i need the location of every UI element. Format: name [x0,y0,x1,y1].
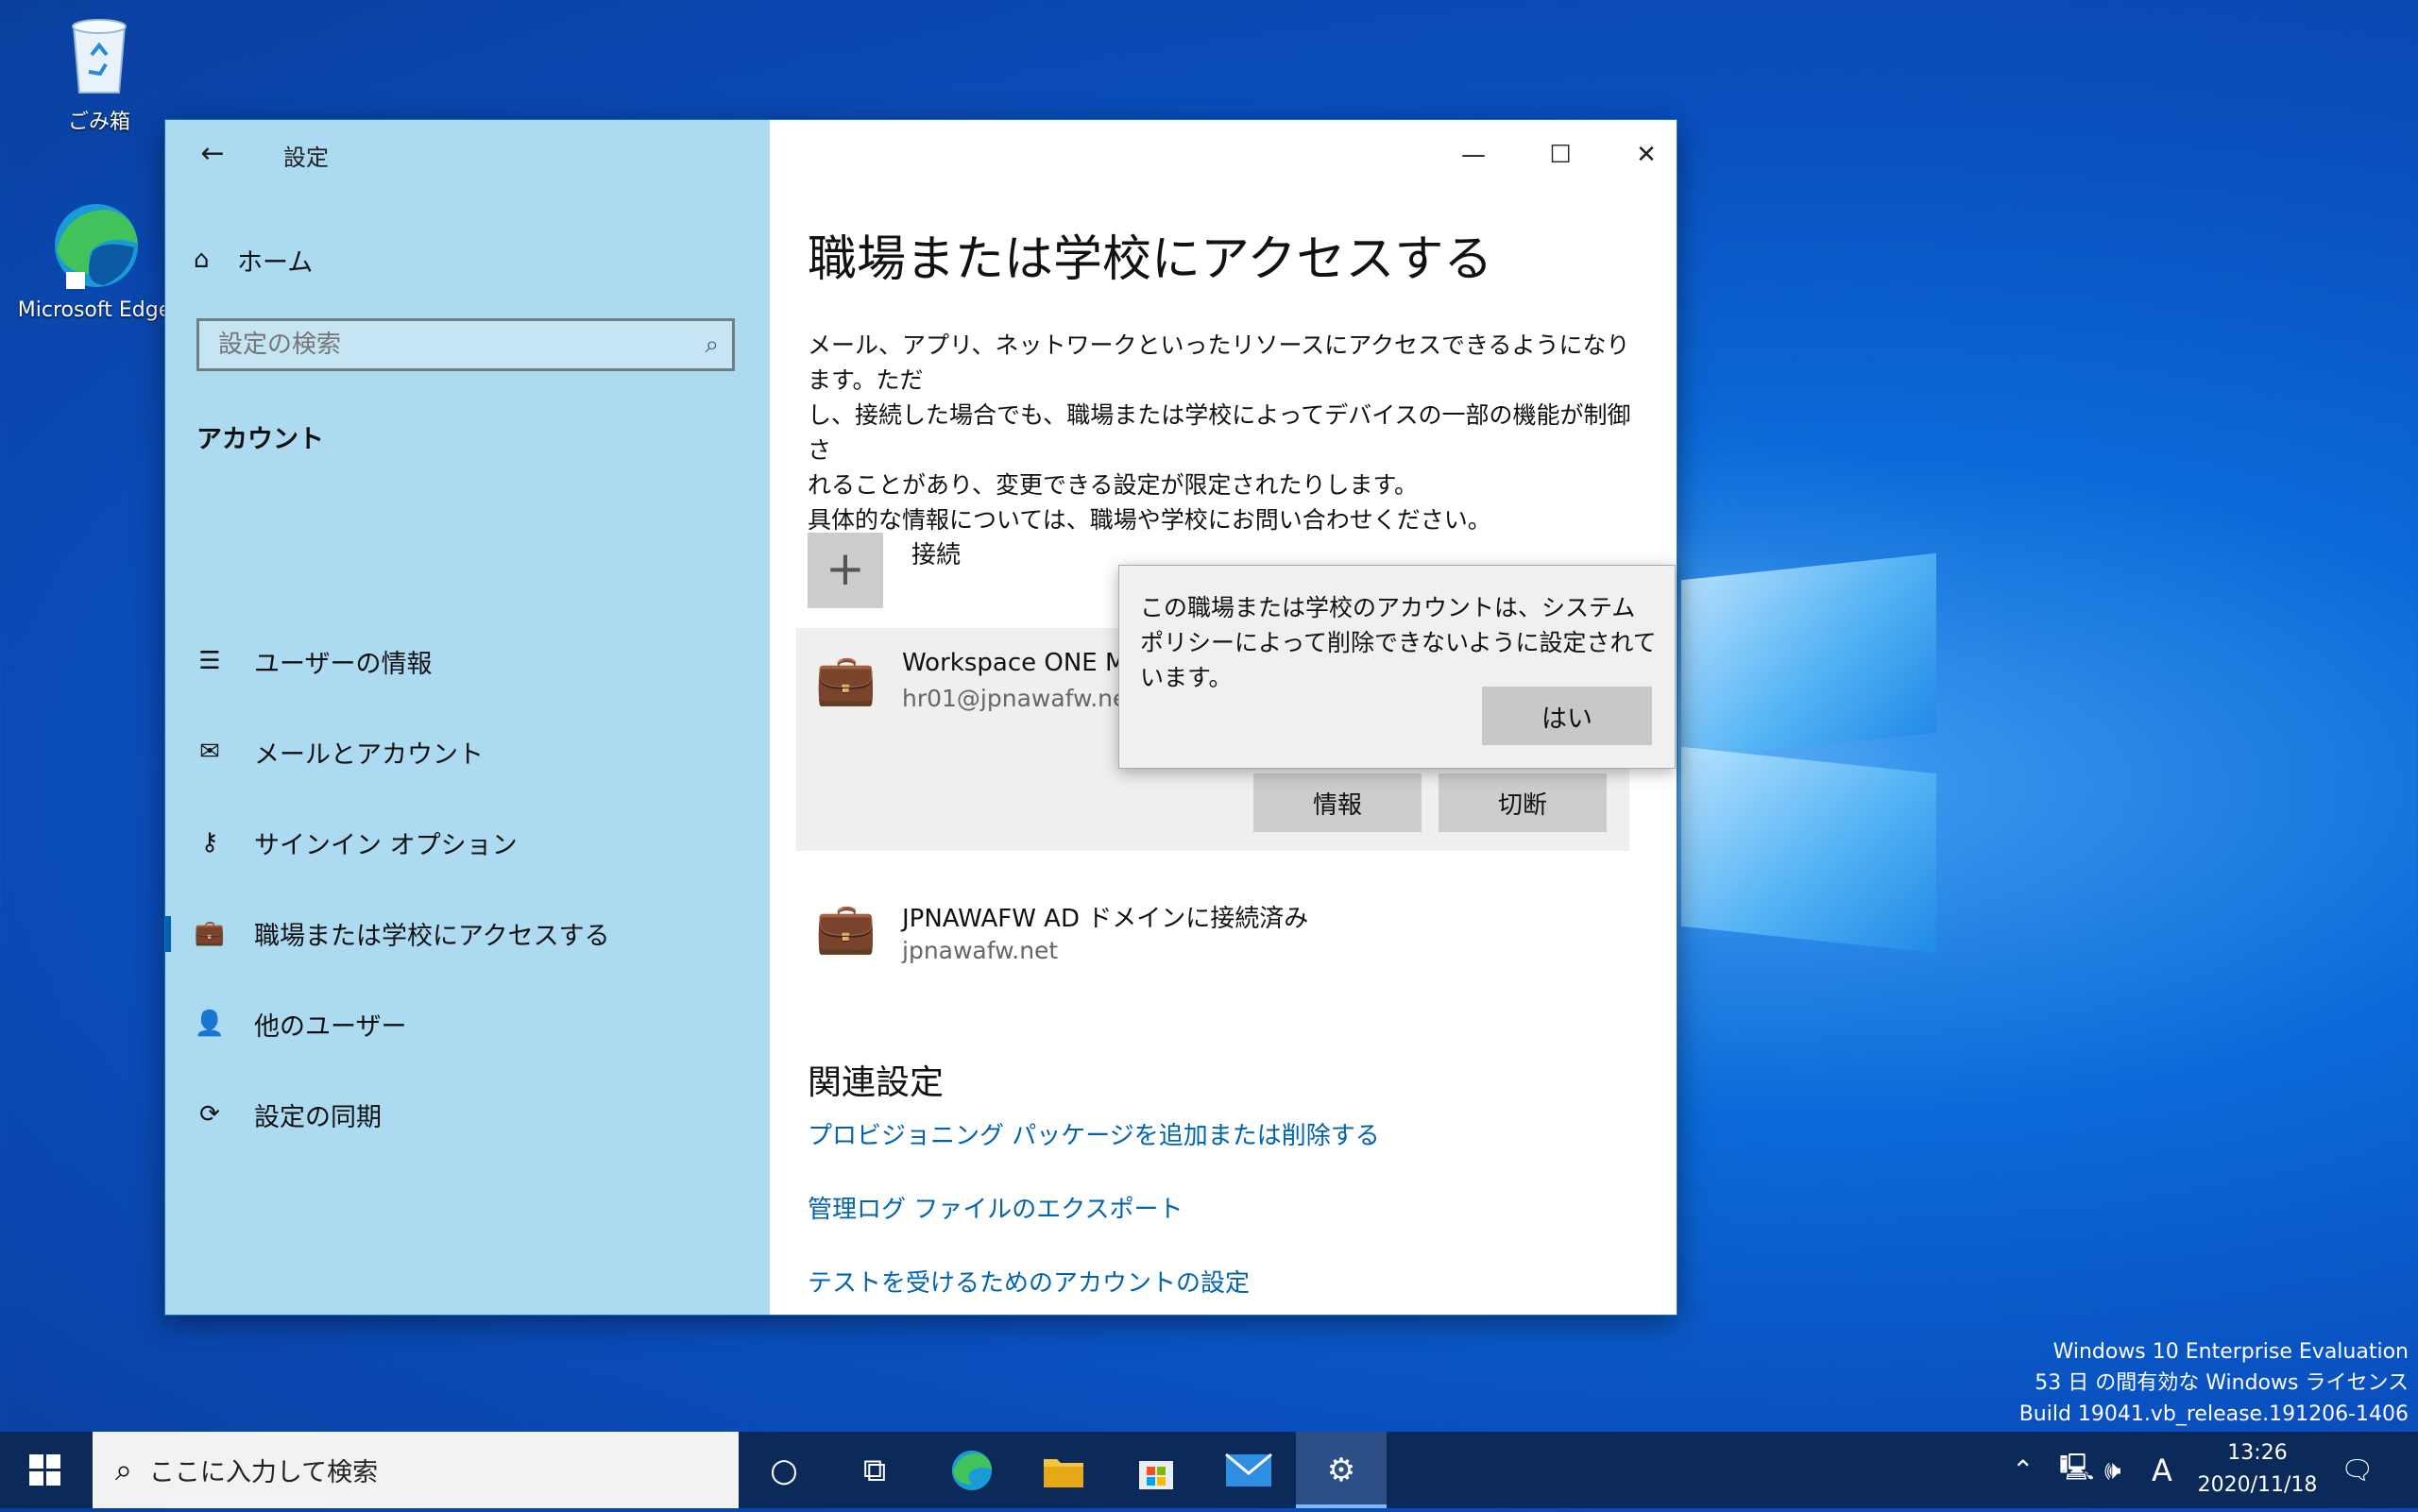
link-provisioning-package[interactable]: プロビジョニング パッケージを追加または削除する [808,1116,1380,1151]
policy-dialog: この職場または学校のアカウントは、システム ポリシーによって削除できないように設… [1118,565,1676,769]
link-export-logs[interactable]: 管理ログ ファイルのエクスポート [808,1190,1183,1225]
edge-icon [14,198,175,298]
search-input[interactable] [199,321,700,368]
section-title: アカウント [196,425,324,454]
sidebar-item-label: 他のユーザー [254,1011,407,1042]
taskbar-search-placeholder: ここに入力して検索 [148,1458,379,1487]
description-line: し、接続した場合でも、職場または学校によってデバイスの一部の機能が制御さ [808,401,1631,464]
sidebar-item-sync[interactable]: ⟳ 設定の同期 [165,1069,770,1160]
plus-icon: + [826,541,865,596]
watermark-line: 53 日 の間有効な Windows ライセンス [2035,1371,2409,1395]
sidebar-item-home[interactable]: ⌂ ホーム [194,238,313,281]
desktop-icon-edge[interactable]: Microsoft Edge [14,198,175,322]
search-icon: ⌕ [115,1452,132,1487]
user-info-icon: ☰ [198,647,221,675]
key-icon: ⚷ [200,828,219,857]
settings-taskbar-icon[interactable]: ⚙ [1296,1432,1387,1508]
start-button[interactable] [0,1432,91,1508]
ime-indicator[interactable]: A [2152,1432,2172,1508]
task-view-icon[interactable]: ⧉ [829,1432,920,1508]
store-icon[interactable] [1111,1432,1201,1508]
taskbar-search[interactable]: ⌕ ここに入力して検索 [93,1432,739,1508]
watermark-line: Build 19041.vb_release.191206-1406 [2018,1402,2409,1426]
info-button[interactable]: 情報 [1253,773,1422,832]
sidebar-item-label: 設定の同期 [254,1102,382,1132]
volume-icon[interactable]: 🕪 [2104,1432,2121,1508]
mail-taskbar-icon[interactable] [1203,1432,1294,1508]
action-center-icon[interactable]: 🗨 [2341,1432,2375,1508]
edge-taskbar-icon[interactable] [926,1432,1016,1508]
taskbar: ⌕ ここに入力して検索 ○ ⧉ ⚙ ⌃ 🖳 🕪 A 13:26 2020/11/… [0,1432,2418,1508]
briefcase-icon: 💼 [815,652,877,708]
settings-search[interactable]: ⌕ [196,318,735,371]
watermark-line: Windows 10 Enterprise Evaluation [2052,1340,2409,1364]
activation-watermark: Windows 10 Enterprise Evaluation 53 日 の間… [2019,1336,2409,1430]
dialog-message: この職場または学校のアカウントは、システム ポリシーによって削除できないように設… [1140,594,1657,691]
domain-account-name[interactable]: JPNAWAFW AD ドメインに接続済み [902,899,1308,934]
maximize-icon[interactable]: ☐ [1532,131,1589,178]
close-icon[interactable]: ✕ [1618,131,1675,178]
briefcase-icon: 💼 [815,900,877,957]
window-title: 設定 [283,144,329,171]
search-icon: ⌕ [705,331,719,359]
cortana-icon[interactable]: ○ [739,1432,829,1508]
related-settings-title: 関連設定 [808,1063,945,1102]
sidebar-item-work-school[interactable]: 💼 職場または学校にアクセスする [165,888,770,978]
sidebar-item-label: ユーザーの情報 [254,649,433,679]
clock[interactable]: 13:26 2020/11/18 [2172,1437,2342,1502]
sidebar: ← 設定 ⌂ ホーム ⌕ アカウント ☰ ユーザーの情報 ✉ メールとアカウント… [165,120,770,1315]
page-title: 職場または学校にアクセスする [808,231,1493,288]
description-line: メール、アプリ、ネットワークといったリソースにアクセスできるようになります。ただ [808,331,1630,394]
edge-label: Microsoft Edge [17,298,172,322]
windows-start-icon [29,1454,60,1486]
account-name: Workspace ONE M [902,649,1127,677]
mail-icon: ✉ [199,738,220,766]
sidebar-item-other-users[interactable]: 👤 他のユーザー [165,978,770,1069]
clock-date: 2020/11/18 [2197,1473,2318,1497]
clock-time: 13:26 [2227,1441,2288,1465]
connect-button[interactable]: + [808,533,883,608]
disconnect-button[interactable]: 切断 [1439,773,1607,832]
description-line: 具体的な情報については、職場や学校にお問い合わせください。 [808,506,1491,534]
sidebar-item-mail-accounts[interactable]: ✉ メールとアカウント [165,706,770,797]
sidebar-item-label: メールとアカウント [254,739,484,770]
briefcase-icon: 💼 [194,919,226,947]
sidebar-item-label: 職場または学校にアクセスする [254,921,610,951]
recycle-bin-icon [19,9,179,105]
home-icon: ⌂ [194,246,210,274]
sidebar-nav: ☰ ユーザーの情報 ✉ メールとアカウント ⚷ サインイン オプション 💼 職場… [165,616,770,1160]
sync-icon: ⟳ [199,1100,220,1129]
sidebar-item-user-info[interactable]: ☰ ユーザーの情報 [165,616,770,706]
sidebar-item-signin-options[interactable]: ⚷ サインイン オプション [165,797,770,888]
file-explorer-icon[interactable] [1018,1432,1109,1508]
account-email: hr01@jpnawafw.ne [902,685,1128,712]
domain-account-domain: jpnawafw.net [902,937,1059,964]
back-arrow-icon[interactable]: ← [194,135,231,173]
minimize-icon[interactable]: — [1445,131,1502,178]
sidebar-item-label: サインイン オプション [254,830,518,860]
network-icon[interactable]: 🖳 [2059,1432,2094,1508]
page-description: メール、アプリ、ネットワークといったリソースにアクセスできるようになります。ただ… [808,328,1639,537]
home-label: ホーム [237,247,314,278]
dialog-yes-button[interactable]: はい [1482,687,1652,745]
connect-label[interactable]: 接続 [911,535,961,570]
show-hidden-icons[interactable]: ⌃ [2012,1432,2034,1508]
desktop-icon-recycle-bin[interactable]: ごみ箱 [19,9,179,135]
add-user-icon: 👤 [194,1010,226,1038]
link-test-account[interactable]: テストを受けるためのアカウントの設定 [808,1264,1250,1299]
description-line: れることがあり、変更できる設定が限定されたりします。 [808,471,1419,499]
recycle-bin-label: ごみ箱 [67,110,130,134]
